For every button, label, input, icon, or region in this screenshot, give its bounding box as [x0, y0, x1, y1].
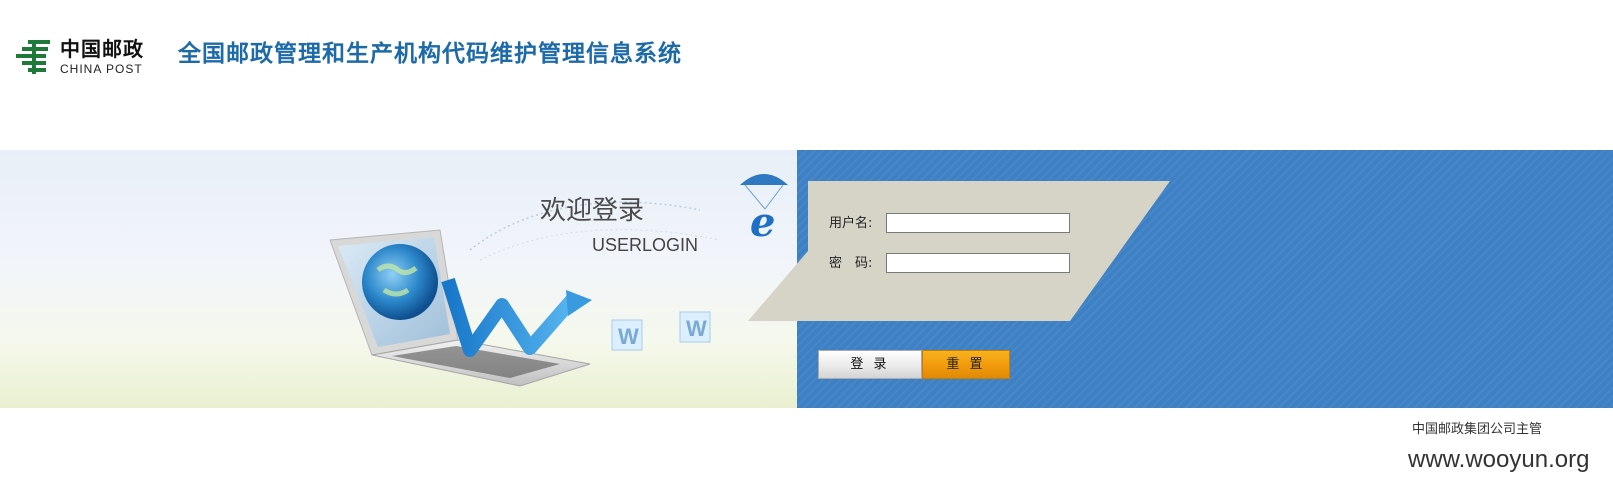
login-form-panel	[748, 181, 1170, 321]
laptop-globe-illustration: W W e	[329, 174, 788, 387]
logo-name-cn: 中国邮政	[60, 37, 144, 61]
china-post-emblem-icon	[16, 40, 50, 74]
login-button[interactable]: 登 录	[818, 350, 922, 379]
banner-illustration-area: W W e 欢迎登录 USERLOGIN	[0, 150, 797, 408]
welcome-title: 欢迎登录	[540, 196, 645, 226]
svg-text:W: W	[618, 324, 639, 349]
reset-button[interactable]: 重 置	[922, 350, 1010, 379]
password-field[interactable]	[886, 253, 1070, 273]
login-banner: W W e 欢迎登录 USERLOGIN	[0, 150, 1613, 408]
svg-text:W: W	[686, 316, 707, 341]
page-title: 全国邮政管理和生产机构代码维护管理信息系统	[178, 41, 682, 67]
logo-name-en: CHINA POST	[60, 62, 143, 76]
watermark: www.wooyun.org	[1408, 446, 1590, 473]
username-field[interactable]	[886, 213, 1070, 233]
login-page: 中国邮政 CHINA POST 全国邮政管理和生产机构代码维护管理信息系统 W …	[0, 0, 1613, 489]
footer-organization: 中国邮政集团公司主管	[1412, 422, 1543, 437]
username-label: 用户名:	[829, 216, 873, 231]
password-label: 密 码:	[829, 256, 873, 271]
welcome-subtitle: USERLOGIN	[592, 235, 699, 255]
w-cube-icon: W W	[611, 311, 711, 351]
china-post-logo: 中国邮政 CHINA POST	[14, 38, 154, 78]
